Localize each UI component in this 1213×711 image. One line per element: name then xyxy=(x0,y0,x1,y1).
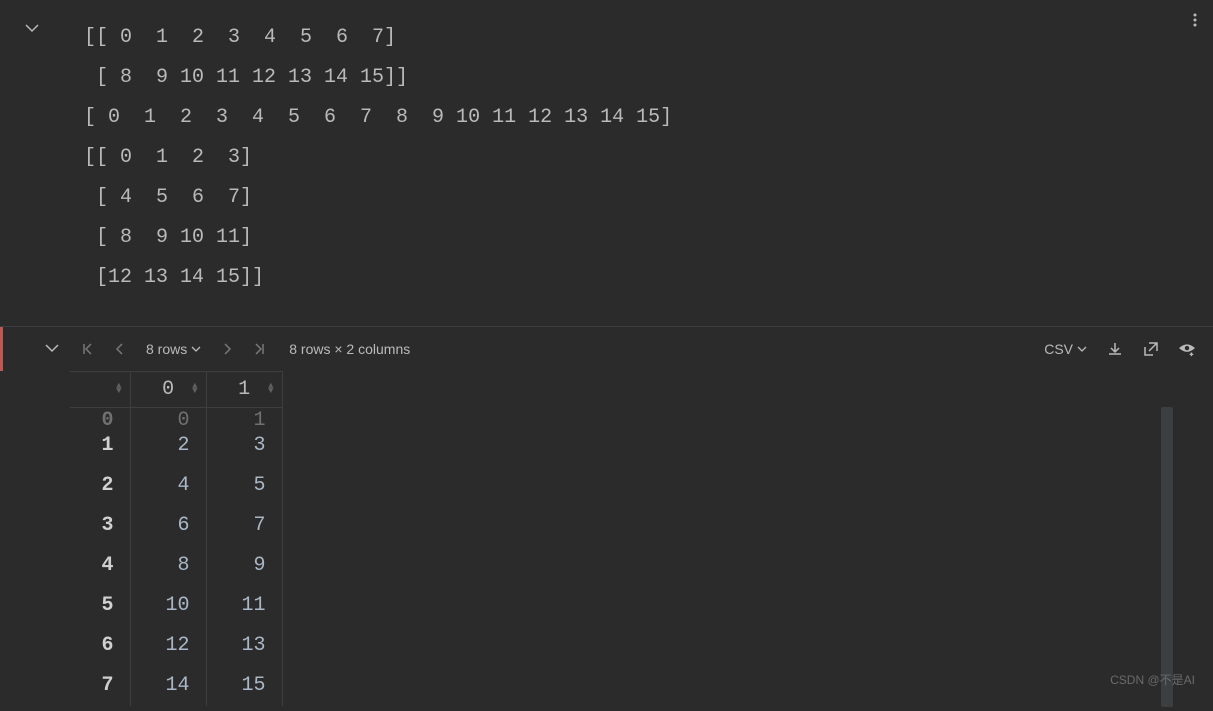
data-cell: 12 xyxy=(130,626,206,666)
table-row[interactable]: 367 xyxy=(70,506,282,546)
data-cell: 11 xyxy=(206,586,282,626)
data-cell: 2 xyxy=(130,426,206,466)
collapse-table-icon[interactable] xyxy=(44,340,60,359)
index-cell: 0 xyxy=(70,408,130,426)
data-cell: 13 xyxy=(206,626,282,666)
data-cell: 6 xyxy=(130,506,206,546)
data-cell: 9 xyxy=(206,546,282,586)
data-table: ▲▼ 0 ▲▼ 1 ▲▼ 0 0 1 1 xyxy=(70,371,283,706)
dimensions-label: 8 rows × 2 columns xyxy=(277,341,422,357)
export-format-selector[interactable]: CSV xyxy=(1038,341,1093,357)
table-row[interactable]: 245 xyxy=(70,466,282,506)
export-format-label: CSV xyxy=(1044,341,1073,357)
index-cell: 5 xyxy=(70,586,130,626)
data-cell: 3 xyxy=(206,426,282,466)
first-page-button[interactable] xyxy=(74,335,102,363)
table-viewer-section: 8 rows 8 rows × 2 columns CSV xyxy=(0,326,1213,711)
watermark: CSDN @不是AI xyxy=(1110,671,1195,688)
index-cell: 3 xyxy=(70,506,130,546)
sort-indicator-icon: ▲▼ xyxy=(268,384,273,393)
column-header-1[interactable]: 1 ▲▼ xyxy=(206,372,282,408)
table-row[interactable]: 61213 xyxy=(70,626,282,666)
data-cell: 7 xyxy=(206,506,282,546)
table-toolbar: 8 rows 8 rows × 2 columns CSV xyxy=(0,327,1213,371)
code-output: [[ 0 1 2 3 4 5 6 7] [ 8 9 10 11 12 13 14… xyxy=(0,10,1213,306)
toolbar-right: CSV xyxy=(1038,335,1201,363)
table-row[interactable]: 51011 xyxy=(70,586,282,626)
eye-icon[interactable] xyxy=(1173,335,1201,363)
column-header-0[interactable]: 0 ▲▼ xyxy=(130,372,206,408)
collapse-output-icon[interactable] xyxy=(24,20,40,39)
toolbar-left-gutter xyxy=(0,327,68,371)
vertical-scrollbar[interactable] xyxy=(1161,407,1173,707)
table-row[interactable]: 123 xyxy=(70,426,282,466)
more-options-icon[interactable] xyxy=(1187,12,1203,31)
table-row[interactable]: 71415 xyxy=(70,666,282,706)
index-cell: 6 xyxy=(70,626,130,666)
index-cell: 2 xyxy=(70,466,130,506)
data-table-wrapper: ▲▼ 0 ▲▼ 1 ▲▼ 0 0 1 1 xyxy=(0,371,1213,711)
data-cell: 0 xyxy=(130,408,206,426)
data-cell: 8 xyxy=(130,546,206,586)
index-cell: 4 xyxy=(70,546,130,586)
open-new-window-icon[interactable] xyxy=(1137,335,1165,363)
data-cell: 10 xyxy=(130,586,206,626)
column-label: 1 xyxy=(238,378,250,401)
last-page-button[interactable] xyxy=(245,335,273,363)
data-cell: 4 xyxy=(130,466,206,506)
next-page-button[interactable] xyxy=(213,335,241,363)
sort-indicator-icon: ▲▼ xyxy=(192,384,197,393)
table-row[interactable]: 489 xyxy=(70,546,282,586)
output-section: [[ 0 1 2 3 4 5 6 7] [ 8 9 10 11 12 13 14… xyxy=(0,0,1213,326)
data-cell: 15 xyxy=(206,666,282,706)
data-cell: 1 xyxy=(206,408,282,426)
table-header-row: ▲▼ 0 ▲▼ 1 ▲▼ xyxy=(70,372,282,408)
index-cell: 7 xyxy=(70,666,130,706)
table-row[interactable]: 0 0 1 xyxy=(70,408,282,426)
rows-count-label: 8 rows xyxy=(146,341,187,357)
toolbar-content: 8 rows 8 rows × 2 columns CSV xyxy=(74,335,1201,363)
rows-selector[interactable]: 8 rows xyxy=(138,341,209,357)
column-label: 0 xyxy=(162,378,174,401)
chevron-down-icon xyxy=(1077,341,1087,357)
download-icon[interactable] xyxy=(1101,335,1129,363)
chevron-down-icon xyxy=(191,341,201,357)
index-cell: 1 xyxy=(70,426,130,466)
prev-page-button[interactable] xyxy=(106,335,134,363)
index-column-header[interactable]: ▲▼ xyxy=(70,372,130,408)
data-cell: 14 xyxy=(130,666,206,706)
data-cell: 5 xyxy=(206,466,282,506)
sort-indicator-icon: ▲▼ xyxy=(116,384,121,393)
